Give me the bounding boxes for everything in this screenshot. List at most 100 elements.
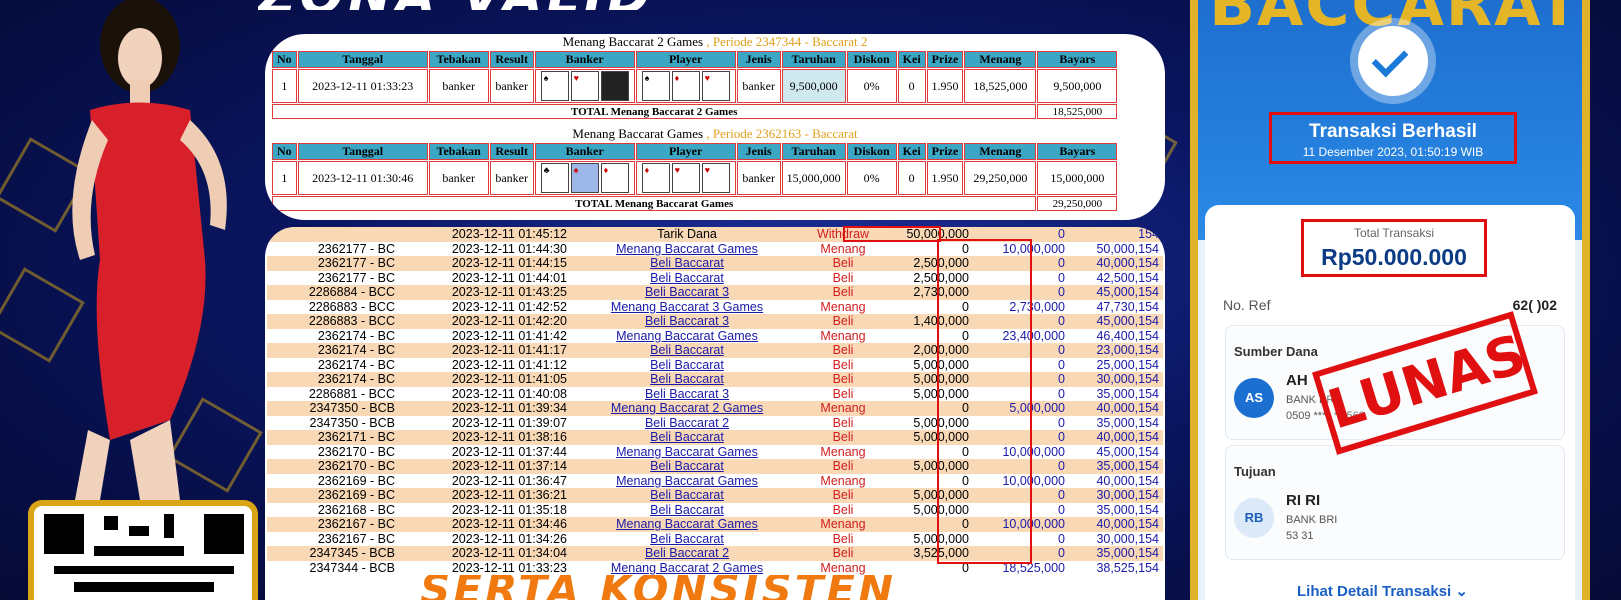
game1-total-label: TOTAL Menang Baccarat 2 Games	[272, 104, 1037, 119]
col-bayars: Bayars	[1037, 143, 1118, 160]
cell-type: Beli	[803, 531, 883, 546]
description-link[interactable]: Beli Baccarat 3	[645, 387, 729, 401]
cell-balance: 40,000,154	[1069, 517, 1163, 532]
playing-card-icon: ♥	[701, 163, 730, 193]
cell-no: 1	[272, 69, 297, 103]
cell-banker-cards: ♠ ♥	[534, 69, 635, 103]
description-link[interactable]: Beli Baccarat	[650, 503, 724, 517]
col-taruhan: Taruhan	[781, 51, 846, 68]
col-banker: Banker	[534, 143, 635, 160]
game2-title: Menang Baccarat Games	[572, 126, 704, 141]
cell-datetime: 2023-12-11 01:39:07	[399, 415, 571, 430]
cell-description: Beli Baccarat	[571, 502, 803, 517]
description-link[interactable]: Beli Baccarat	[650, 271, 724, 285]
cell-balance: 46,400,154	[1069, 328, 1163, 343]
cell-datetime: 2023-12-11 01:41:17	[399, 343, 571, 358]
cell-description: Beli Baccarat	[571, 357, 803, 372]
cell-description: Beli Baccarat	[571, 531, 803, 546]
description-link[interactable]: Menang Baccarat Games	[616, 445, 758, 459]
cell-ref-id: 2362168 - BC	[267, 502, 399, 517]
cell-description: Menang Baccarat Games	[571, 473, 803, 488]
playing-card-icon: ♥	[701, 71, 730, 101]
playing-card-icon: ♦	[641, 163, 670, 193]
description-link[interactable]: Beli Baccarat 2	[645, 546, 729, 560]
cell-balance: 25,000,154	[1069, 357, 1163, 372]
cell-jenis: banker	[736, 69, 781, 103]
cell-ref-id: 2347350 - BCB	[267, 401, 399, 416]
qr-code-image	[28, 500, 258, 600]
cell-ref-id: 2286883 - BCC	[267, 314, 399, 329]
cell-ref-id: 2362167 - BC	[267, 531, 399, 546]
avatar: RB	[1234, 498, 1274, 538]
cell-ref-id: 2362169 - BC	[267, 488, 399, 503]
cell-description: Tarik Dana	[571, 227, 803, 242]
cell-ref-id: 2362169 - BC	[267, 473, 399, 488]
cell-balance: 45,000,154	[1069, 314, 1163, 329]
description-link[interactable]: Beli Baccarat 2	[645, 416, 729, 430]
description-link[interactable]: Beli Baccarat	[650, 459, 724, 473]
cell-datetime: 2023-12-11 01:44:30	[399, 241, 571, 256]
cell-balance: 50,000,154	[1069, 241, 1163, 256]
cell-type: Menang	[803, 560, 883, 575]
description-link[interactable]: Beli Baccarat 3	[645, 314, 729, 328]
playing-card-icon: ♠	[641, 71, 670, 101]
description-link[interactable]: Beli Baccarat	[650, 488, 724, 502]
description-link[interactable]: Menang Baccarat 2 Games	[611, 561, 763, 575]
detail-transaksi-link[interactable]: Lihat Detail Transaksi ⌄	[1297, 582, 1468, 600]
description-link[interactable]: Beli Baccarat	[650, 372, 724, 386]
cell-result: banker	[489, 69, 534, 103]
cell-jenis: banker	[736, 161, 781, 195]
cell-type: Beli	[803, 546, 883, 561]
cell-taruhan: 15,000,000	[781, 161, 846, 195]
cell-type: Menang	[803, 401, 883, 416]
cell-balance: 38,525,154	[1069, 560, 1163, 575]
description-link[interactable]: Beli Baccarat 3	[645, 285, 729, 299]
total-box: Total Transaksi Rp50.000.000	[1301, 219, 1487, 277]
cell-ref-id: 2286884 - BCC	[267, 285, 399, 300]
cell-description: Beli Baccarat	[571, 488, 803, 503]
cell-taruhan: 9,500,000	[781, 69, 846, 103]
description-link[interactable]: Beli Baccarat	[650, 430, 724, 444]
cell-ref-id: 2362177 - BC	[267, 256, 399, 271]
playing-card-icon: ♣	[540, 163, 569, 193]
cell-datetime: 2023-12-11 01:41:05	[399, 372, 571, 387]
cell-ref-id	[267, 227, 399, 242]
col-bayars: Bayars	[1037, 51, 1118, 68]
cell-description: Beli Baccarat	[571, 430, 803, 445]
game2-caption: Menang Baccarat Games , Periode 2362163 …	[265, 126, 1165, 142]
description-link[interactable]: Menang Baccarat Games	[616, 517, 758, 531]
description-link[interactable]: Menang Baccarat 3 Games	[611, 300, 763, 314]
cell-description: Beli Baccarat	[571, 459, 803, 474]
bottom-banner: SERTA KONSISTEN	[420, 575, 897, 600]
source-name: AH	[1286, 372, 1308, 389]
total-amount: Rp50.000.000	[1321, 244, 1467, 270]
col-player: Player	[635, 51, 736, 68]
col-tebakan: Tebakan	[428, 143, 489, 160]
cell-type: Beli	[803, 415, 883, 430]
description-link[interactable]: Menang Baccarat Games	[616, 329, 758, 343]
description-link[interactable]: Menang Baccarat 2 Games	[611, 401, 763, 415]
cell-prize: 1.950	[926, 161, 964, 195]
description-link[interactable]: Beli Baccarat	[650, 343, 724, 357]
cell-datetime: 2023-12-11 01:39:34	[399, 401, 571, 416]
cell-description: Beli Baccarat	[571, 343, 803, 358]
cell-type: Beli	[803, 256, 883, 271]
cell-ref-id: 2362170 - BC	[267, 459, 399, 474]
cell-ref-id: 2362174 - BC	[267, 328, 399, 343]
description-link[interactable]: Menang Baccarat Games	[616, 242, 758, 256]
cell-balance: 40,000,154	[1069, 430, 1163, 445]
cell-diskon: 0%	[846, 69, 897, 103]
description-link[interactable]: Beli Baccarat	[650, 256, 724, 270]
ref-value: 62( )02	[1512, 297, 1557, 313]
description-link[interactable]: Beli Baccarat	[650, 358, 724, 372]
cell-datetime: 2023-12-11 01:41:12	[399, 357, 571, 372]
cell-ref-id: 2362177 - BC	[267, 241, 399, 256]
cell-ref-id: 2362171 - BC	[267, 430, 399, 445]
description-link[interactable]: Menang Baccarat Games	[616, 474, 758, 488]
cell-type: Beli	[803, 357, 883, 372]
game1-table: No Tanggal Tebakan Result Banker Player …	[271, 50, 1118, 120]
cell-description: Menang Baccarat Games	[571, 444, 803, 459]
description-link[interactable]: Beli Baccarat	[650, 532, 724, 546]
col-result: Result	[489, 51, 534, 68]
col-taruhan: Taruhan	[781, 143, 846, 160]
